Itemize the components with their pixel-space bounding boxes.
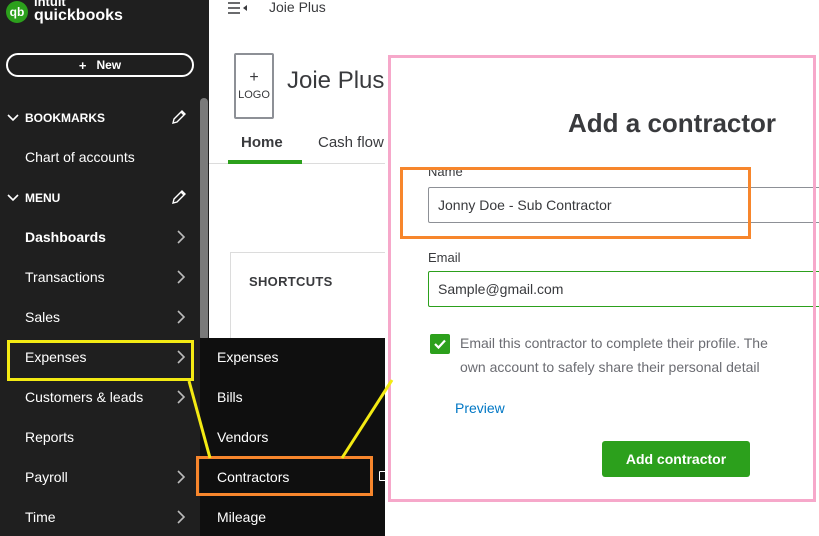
- company-name-header: Joie Plus: [269, 0, 326, 15]
- bookmarks-section-header[interactable]: BOOKMARKS: [0, 106, 200, 130]
- bookmarks-label: BOOKMARKS: [25, 111, 105, 125]
- sidebar-item-reports[interactable]: Reports: [25, 429, 74, 445]
- submenu-item-expenses[interactable]: Expenses: [217, 349, 278, 365]
- edit-bookmarks-pencil-icon[interactable]: [171, 109, 187, 128]
- collapse-menu-icon[interactable]: [228, 1, 248, 20]
- menu-label: MENU: [25, 191, 61, 205]
- brand-quickbooks: quickbooks: [34, 7, 123, 24]
- sidebar-item-sales[interactable]: Sales: [25, 309, 60, 325]
- panel-highlight-frame: [388, 55, 816, 502]
- sidebar-scrollbar[interactable]: [200, 98, 208, 341]
- chevron-right-icon: [175, 469, 187, 485]
- edit-menu-pencil-icon[interactable]: [171, 189, 187, 208]
- sidebar-item-time[interactable]: Time: [25, 509, 56, 525]
- chevron-right-icon: [175, 389, 187, 405]
- sidebar-item-payroll[interactable]: Payroll: [25, 469, 68, 485]
- quickbooks-logo-icon: qb: [6, 1, 28, 23]
- chevron-right-icon: [175, 509, 187, 525]
- contractors-highlight-box: [196, 456, 373, 496]
- sidebar-item-customers-leads[interactable]: Customers & leads: [25, 389, 143, 405]
- plus-icon: +: [78, 57, 87, 73]
- submenu-item-bills[interactable]: Bills: [217, 389, 243, 405]
- company-logo-upload[interactable]: + LOGO: [234, 53, 274, 119]
- submenu-item-vendors[interactable]: Vendors: [217, 429, 268, 445]
- name-field-highlight-box: [400, 167, 751, 239]
- company-title: Joie Plus: [287, 67, 385, 94]
- plus-icon: +: [249, 69, 259, 86]
- new-button[interactable]: + New: [6, 53, 194, 77]
- submenu-item-mileage[interactable]: Mileage: [217, 509, 266, 525]
- logo-placeholder-label: LOGO: [238, 89, 270, 101]
- chevron-down-icon: [0, 111, 25, 125]
- tab-cash-flow[interactable]: Cash flow: [318, 134, 384, 151]
- tab-home[interactable]: Home: [241, 134, 283, 151]
- active-tab-indicator: [228, 160, 302, 164]
- sidebar-item-dashboards[interactable]: Dashboards: [25, 229, 106, 245]
- chevron-down-icon: [0, 191, 25, 205]
- chevron-right-icon: [175, 309, 187, 325]
- left-navigation: qb intuit quickbooks + New BOOKMARKS Cha…: [0, 0, 209, 536]
- chevron-right-icon: [175, 269, 187, 285]
- menu-section-header[interactable]: MENU: [0, 186, 200, 210]
- shortcuts-heading: SHORTCUTS: [249, 274, 333, 289]
- sidebar-item-transactions[interactable]: Transactions: [25, 269, 105, 285]
- sidebar-item-chart-of-accounts[interactable]: Chart of accounts: [25, 149, 135, 165]
- new-button-label: New: [96, 58, 122, 72]
- chevron-right-icon: [175, 229, 187, 245]
- expenses-highlight-box: [7, 340, 194, 381]
